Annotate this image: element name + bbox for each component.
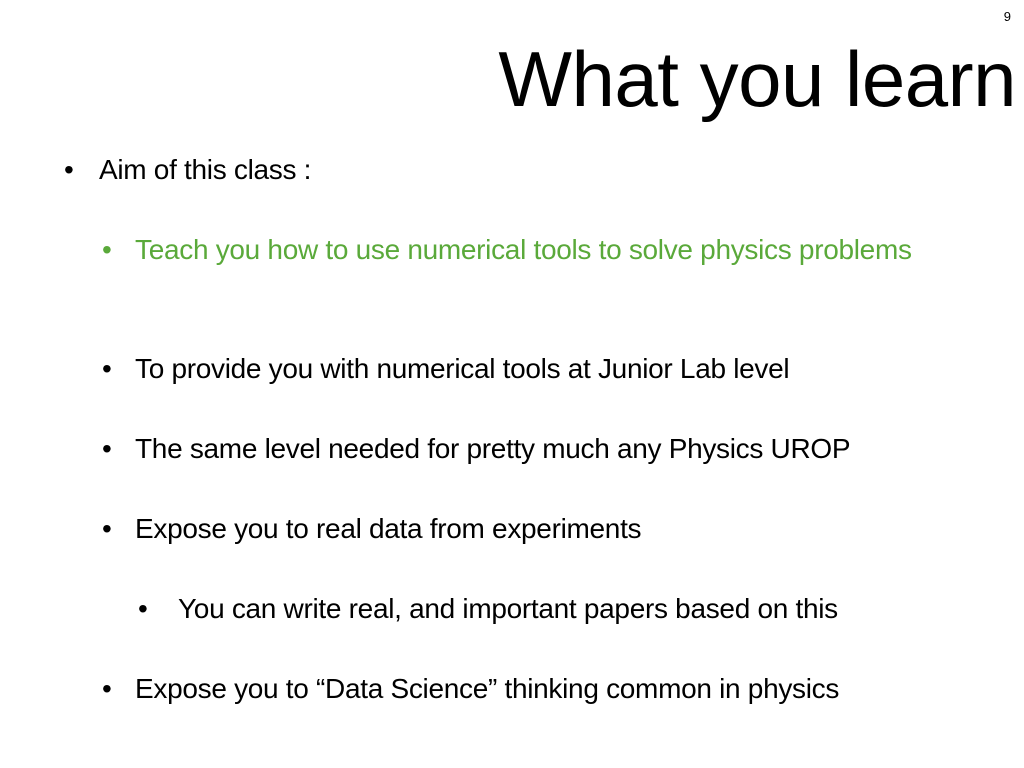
bullet-item: • Teach you how to use numerical tools t… bbox=[102, 231, 955, 269]
bullet-text: Expose you to “Data Science” thinking co… bbox=[135, 673, 840, 704]
bullet-text: Expose you to real data from experiments bbox=[135, 513, 642, 544]
bullet-item: • Expose you to real data from experimen… bbox=[102, 510, 995, 548]
bullet-dot-icon: • bbox=[102, 433, 112, 464]
bullet-text: The same level needed for pretty much an… bbox=[135, 433, 851, 464]
bullet-item: • The same level needed for pretty much … bbox=[102, 430, 1015, 468]
bullet-item: • Expose you to “Data Science” thinking … bbox=[102, 670, 1015, 708]
bullet-text: Teach you how to use numerical tools to … bbox=[135, 234, 912, 265]
bullet-text: You can write real, and important papers… bbox=[178, 593, 838, 624]
bullet-dot-icon: • bbox=[102, 353, 112, 384]
bullet-dot-icon: • bbox=[102, 673, 112, 704]
bullet-dot-icon: • bbox=[64, 154, 74, 185]
bullet-dot-icon: • bbox=[102, 234, 112, 265]
bullet-dot-icon: • bbox=[138, 593, 148, 624]
bullet-list: • Aim of this class : • Teach you how to… bbox=[0, 0, 1024, 768]
bullet-dot-icon: • bbox=[102, 513, 112, 544]
bullet-text: To provide you with numerical tools at J… bbox=[135, 353, 790, 384]
bullet-item: • Aim of this class : bbox=[64, 151, 979, 189]
bullet-text: Aim of this class : bbox=[99, 154, 312, 185]
bullet-item: • You can write real, and important pape… bbox=[138, 590, 998, 628]
bullet-item: • To provide you with numerical tools at… bbox=[102, 350, 995, 388]
